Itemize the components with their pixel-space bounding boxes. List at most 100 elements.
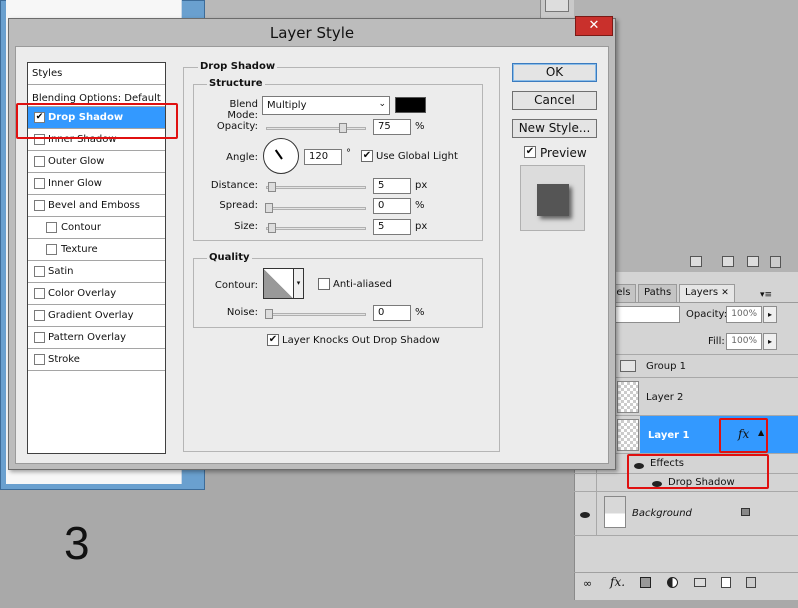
new-group-icon[interactable] — [694, 578, 706, 587]
opacity-label: Opacity: — [686, 309, 728, 320]
style-item-gradient-overlay[interactable]: Gradient Overlay — [28, 305, 165, 327]
contour-checkbox[interactable] — [46, 222, 57, 233]
layer-name: Layer 2 — [646, 392, 684, 403]
fill-arrow-icon[interactable]: ▸ — [763, 333, 777, 350]
quality-title: Quality — [207, 252, 252, 263]
new-style-button[interactable]: New Style... — [512, 119, 597, 138]
drop-shadow-highlight — [16, 103, 178, 139]
distance-slider-handle[interactable] — [268, 182, 276, 192]
chevron-down-icon: ⌄ — [378, 99, 386, 109]
layer-name: Layer 1 — [648, 430, 690, 441]
panel-menu-icon[interactable]: ▾≡ — [760, 290, 772, 300]
noise-input[interactable]: 0 — [373, 305, 411, 321]
knockout-label: Layer Knocks Out Drop Shadow — [282, 335, 440, 346]
px-unit: px — [415, 221, 428, 232]
size-slider-handle[interactable] — [268, 223, 276, 233]
inner-glow-checkbox[interactable] — [34, 178, 45, 189]
distance-slider[interactable] — [266, 182, 366, 192]
opacity-label: Opacity: — [216, 121, 258, 132]
gradient-overlay-checkbox[interactable] — [34, 310, 45, 321]
percent-unit: % — [415, 307, 425, 318]
fill-label: Fill: — [708, 336, 725, 347]
link-icon[interactable]: ∞ — [583, 577, 592, 590]
new-item-icon[interactable] — [690, 256, 702, 267]
outer-glow-checkbox[interactable] — [34, 156, 45, 167]
color-overlay-checkbox[interactable] — [34, 288, 45, 299]
spread-slider-handle[interactable] — [265, 203, 273, 213]
layer-row-background[interactable]: Background — [574, 492, 798, 536]
use-global-light-label: Use Global Light — [376, 151, 458, 162]
anti-aliased-checkbox[interactable] — [318, 278, 330, 290]
style-item-texture[interactable]: Texture — [28, 239, 165, 261]
opacity-input[interactable]: 75 — [373, 119, 411, 135]
add-style-icon[interactable]: fx. — [610, 575, 625, 589]
style-item-stroke[interactable]: Stroke — [28, 349, 165, 371]
style-item-bevel-emboss[interactable]: Bevel and Emboss — [28, 195, 165, 217]
satin-checkbox[interactable] — [34, 266, 45, 277]
style-item-pattern-overlay[interactable]: Pattern Overlay — [28, 327, 165, 349]
opacity-arrow-icon[interactable]: ▸ — [763, 306, 777, 323]
opacity-input[interactable]: 100% — [726, 306, 762, 323]
blend-mode-label: Blend Mode: — [227, 99, 258, 121]
fill-input[interactable]: 100% — [726, 333, 762, 350]
angle-dial[interactable] — [263, 138, 299, 174]
pattern-overlay-checkbox[interactable] — [34, 332, 45, 343]
blend-mode-select[interactable] — [614, 306, 680, 323]
noise-slider-handle[interactable] — [265, 309, 273, 319]
spread-slider[interactable] — [265, 203, 366, 213]
new-item-icon[interactable] — [722, 256, 734, 267]
styles-header[interactable]: Styles — [28, 63, 165, 85]
new-layer-icon[interactable] — [721, 577, 731, 588]
noise-slider[interactable] — [265, 309, 366, 319]
distance-label: Distance: — [210, 180, 258, 191]
shadow-color-swatch[interactable] — [395, 97, 426, 113]
style-item-satin[interactable]: Satin — [28, 261, 165, 283]
style-item-color-overlay[interactable]: Color Overlay — [28, 283, 165, 305]
lock-icon — [741, 508, 750, 516]
tab-paths[interactable]: Paths — [638, 284, 678, 302]
adjustment-layer-icon[interactable] — [667, 577, 678, 588]
bevel-emboss-checkbox[interactable] — [34, 200, 45, 211]
visibility-cell[interactable] — [574, 474, 597, 491]
contour-preview[interactable] — [263, 268, 294, 299]
effects-highlight — [627, 454, 769, 489]
knockout-checkbox[interactable]: ✔ — [267, 334, 279, 346]
angle-input[interactable]: 120 — [304, 149, 342, 165]
contour-dropdown-icon[interactable]: ▾ — [294, 268, 304, 299]
blend-mode-select[interactable]: Multiply ⌄ — [262, 96, 390, 115]
style-item-outer-glow[interactable]: Outer Glow — [28, 151, 165, 173]
new-document-icon[interactable] — [747, 256, 759, 267]
tab-close-icon[interactable]: ✕ — [721, 288, 729, 298]
trash-icon[interactable] — [746, 577, 756, 588]
ok-button[interactable]: OK — [512, 63, 597, 82]
preview-swatch — [537, 184, 569, 216]
add-mask-icon[interactable] — [640, 577, 651, 588]
cancel-button[interactable]: Cancel — [512, 91, 597, 110]
close-button[interactable]: ✕ — [575, 16, 613, 36]
structure-title: Structure — [207, 78, 265, 89]
degree-unit: ° — [346, 148, 351, 159]
layer-thumbnail — [604, 496, 626, 528]
layer-name: Background — [632, 508, 692, 519]
size-slider[interactable] — [266, 223, 366, 233]
distance-input[interactable]: 5 — [373, 178, 411, 194]
stroke-checkbox[interactable] — [34, 354, 45, 365]
eye-icon[interactable] — [580, 512, 590, 518]
visibility-cell[interactable] — [574, 492, 597, 535]
preview-checkbox[interactable]: ✔ — [524, 146, 536, 158]
size-input[interactable]: 5 — [373, 219, 411, 235]
layer-thumbnail — [617, 381, 639, 413]
opacity-slider[interactable] — [266, 123, 366, 133]
style-item-inner-glow[interactable]: Inner Glow — [28, 173, 165, 195]
texture-checkbox[interactable] — [46, 244, 57, 255]
dialog-title: Layer Style — [269, 24, 355, 42]
fx-highlight — [719, 418, 768, 453]
tab-layers[interactable]: Layers ✕ — [679, 284, 735, 303]
panel-button[interactable] — [545, 0, 569, 12]
trash-icon[interactable] — [770, 256, 781, 268]
spread-input[interactable]: 0 — [373, 198, 411, 214]
opacity-slider-handle[interactable] — [339, 123, 347, 133]
use-global-light-checkbox[interactable]: ✔ — [361, 150, 373, 162]
style-item-contour[interactable]: Contour — [28, 217, 165, 239]
px-unit: px — [415, 180, 428, 191]
